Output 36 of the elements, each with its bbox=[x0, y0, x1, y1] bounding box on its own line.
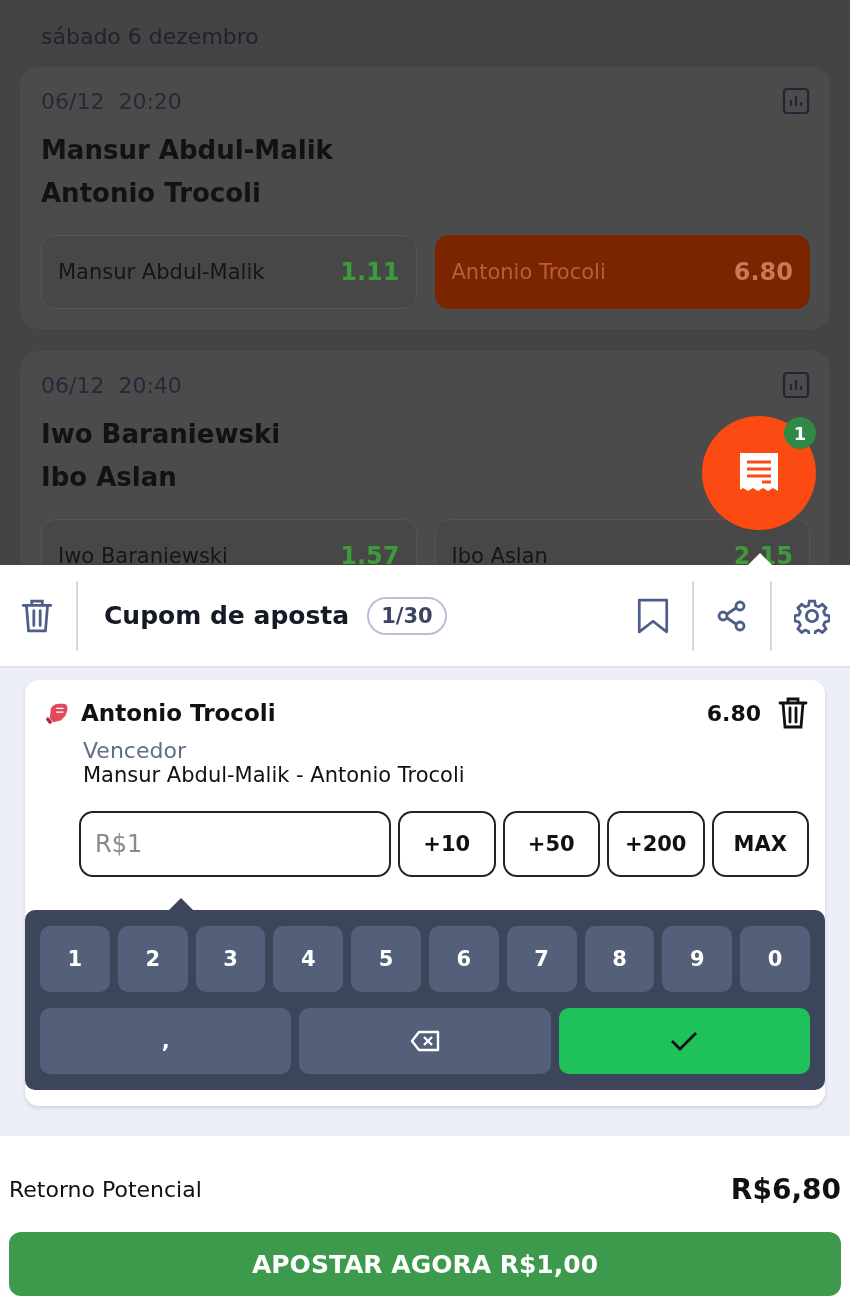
selection-name: Antonio Trocoli bbox=[81, 700, 276, 726]
digit-key[interactable]: 2 bbox=[117, 926, 188, 992]
event-name: Mansur Abdul-Malik - Antonio Trocoli bbox=[83, 763, 465, 787]
digit-key[interactable]: 7 bbox=[506, 926, 577, 992]
quick-amount-button[interactable]: +200 bbox=[607, 811, 705, 877]
digit-key[interactable]: 0 bbox=[740, 926, 810, 992]
share-icon[interactable] bbox=[716, 599, 748, 632]
return-value: R$6,80 bbox=[730, 1173, 841, 1206]
delete-icon[interactable] bbox=[777, 696, 809, 730]
comma-key[interactable]: , bbox=[40, 1008, 292, 1074]
digit-key[interactable]: 5 bbox=[351, 926, 421, 992]
digit-key[interactable]: 6 bbox=[429, 926, 499, 992]
digit-key[interactable]: 4 bbox=[273, 926, 344, 992]
market-name: Vencedor bbox=[83, 738, 186, 763]
digit-key[interactable]: 1 bbox=[40, 926, 110, 992]
place-bet-button[interactable]: APOSTAR AGORA R$1,00 bbox=[9, 1232, 841, 1296]
quick-amount-button[interactable]: +10 bbox=[398, 811, 496, 877]
delete-icon[interactable] bbox=[20, 597, 54, 634]
return-label: Retorno Potencial bbox=[9, 1177, 202, 1202]
stake-input[interactable]: R$1 bbox=[79, 811, 391, 877]
digit-key[interactable]: 9 bbox=[662, 926, 733, 992]
fighter-name: Mansur Abdul-Malik bbox=[41, 134, 333, 167]
quick-amount-button[interactable]: +50 bbox=[502, 811, 600, 877]
betslip-title: Cupom de aposta bbox=[104, 601, 350, 630]
selection-count: 1/30 bbox=[367, 596, 447, 635]
quick-amount-button[interactable]: MAX bbox=[711, 811, 809, 877]
digit-key[interactable]: 8 bbox=[584, 926, 655, 992]
bookmark-icon[interactable] bbox=[636, 596, 670, 635]
backspace-icon bbox=[410, 1030, 440, 1052]
digit-key[interactable]: 3 bbox=[195, 926, 266, 992]
selection-odds: 6.80 bbox=[706, 700, 761, 726]
fighter-name: Ibo Aslan bbox=[41, 461, 177, 494]
check-icon bbox=[669, 1029, 700, 1053]
fighter-name: Antonio Trocoli bbox=[41, 177, 261, 210]
settings-icon[interactable] bbox=[794, 597, 830, 634]
fighter-name: Iwo Baraniewski bbox=[41, 418, 281, 451]
